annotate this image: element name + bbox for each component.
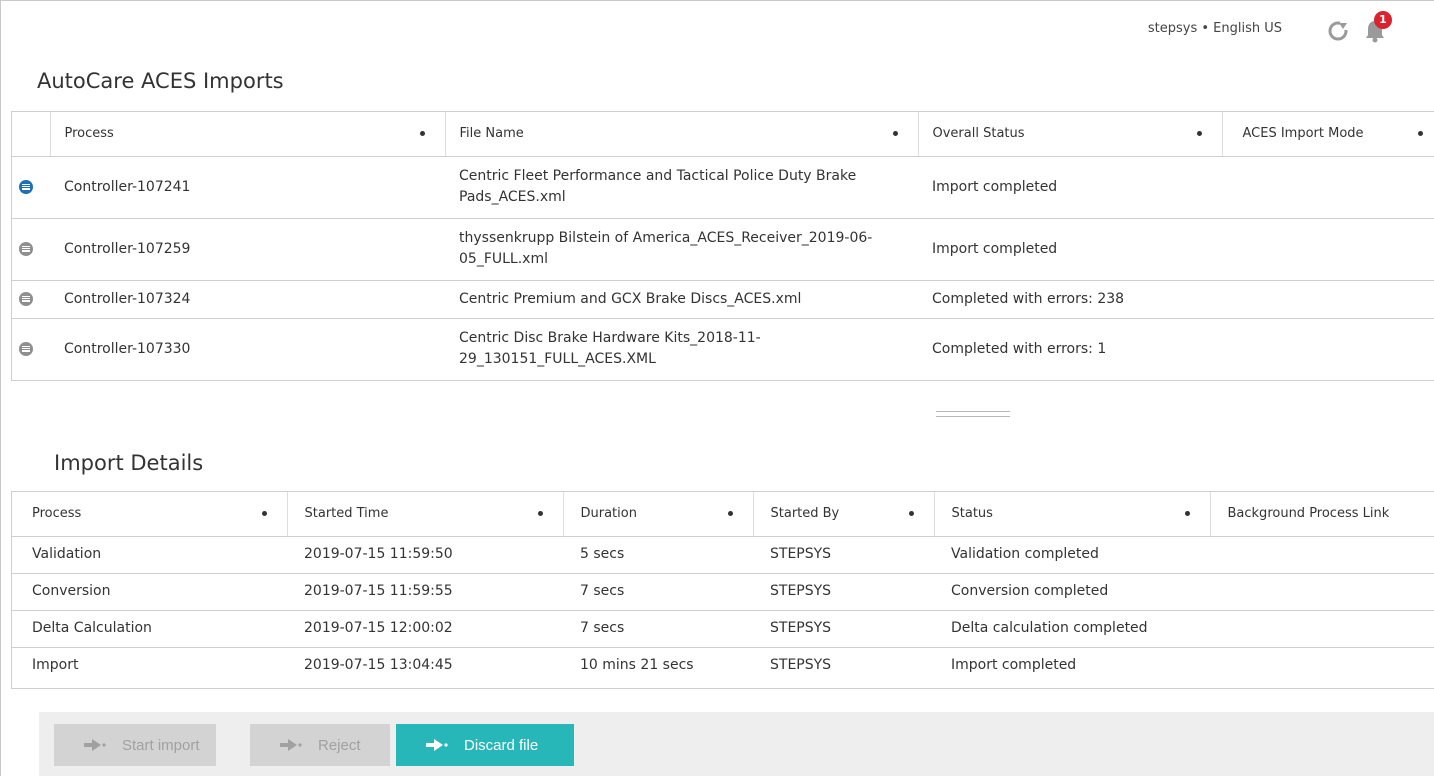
cell-started-time: 2019-07-15 11:59:50 bbox=[287, 536, 563, 574]
row-selector[interactable] bbox=[12, 218, 50, 281]
cell-status: Completed with errors: 1 bbox=[932, 340, 1107, 357]
column-header-process[interactable]: Process bbox=[50, 112, 446, 157]
cell-file-name: thyssenkrupp Bilstein of America_ACES_Re… bbox=[445, 218, 918, 281]
cell-process-link[interactable] bbox=[1210, 610, 1434, 648]
start-import-button[interactable]: Start import bbox=[54, 724, 216, 766]
cell-started-time: 2019-07-15 12:00:02 bbox=[287, 610, 563, 648]
column-menu-dot-icon[interactable] bbox=[1418, 131, 1423, 136]
cell-duration: 7 secs bbox=[563, 573, 753, 611]
cell-started-time: 2019-07-15 13:04:45 bbox=[304, 657, 453, 674]
table-row[interactable]: Controller-107324 Centric Premium and GC… bbox=[12, 280, 1434, 319]
refresh-icon[interactable] bbox=[1326, 19, 1350, 43]
cell-status: Import completed bbox=[918, 218, 1222, 281]
column-header-file-name[interactable]: File Name bbox=[445, 112, 919, 157]
cell-process-link[interactable] bbox=[1210, 647, 1434, 684]
details-title: Import Details bbox=[54, 451, 204, 475]
row-selector[interactable] bbox=[12, 156, 50, 219]
cell-process: Controller-107241 bbox=[50, 156, 445, 219]
cell-status: Conversion completed bbox=[934, 573, 1210, 611]
top-bar: stepsys • English US 1 bbox=[834, 1, 1434, 65]
cell-file-name: Centric Disc Brake Hardware Kits_2018-11… bbox=[459, 330, 761, 368]
row-selector[interactable] bbox=[12, 280, 50, 319]
action-footer: Start import Reject Discard file bbox=[39, 712, 1434, 776]
cell-status: Completed with errors: 238 bbox=[918, 280, 1222, 319]
details-grid: Process Started Time Duration Started By… bbox=[11, 491, 1434, 689]
cell-file-name: Centric Fleet Performance and Tactical P… bbox=[445, 156, 918, 219]
column-menu-dot-icon[interactable] bbox=[537, 511, 543, 516]
table-row[interactable]: Conversion 2019-07-15 11:59:55 7 secs ST… bbox=[12, 573, 1434, 611]
selector-header bbox=[12, 112, 51, 157]
column-menu-dot-icon[interactable] bbox=[727, 511, 733, 516]
cell-duration: 10 mins 21 secs bbox=[580, 657, 694, 674]
cell-mode bbox=[1222, 156, 1434, 219]
cell-started-by: STEPSYS bbox=[753, 573, 934, 611]
cell-process-link[interactable] bbox=[1210, 573, 1434, 611]
cell-process: Import bbox=[32, 657, 79, 674]
column-header-aces-import-mode[interactable]: ACES Import Mode bbox=[1222, 112, 1434, 157]
cell-process: Controller-107324 bbox=[50, 280, 445, 319]
table-row[interactable]: Delta Calculation 2019-07-15 12:00:02 7 … bbox=[12, 610, 1434, 648]
column-header-process[interactable]: Process bbox=[12, 492, 288, 537]
table-row[interactable]: Controller-107241 Centric Fleet Performa… bbox=[12, 156, 1434, 219]
column-header-started-by[interactable]: Started By bbox=[753, 492, 935, 537]
column-header-started-time[interactable]: Started Time bbox=[287, 492, 564, 537]
table-row[interactable]: Import 2019-07-15 13:04:45 10 mins 21 se… bbox=[12, 647, 1434, 684]
reject-button[interactable]: Reject bbox=[250, 724, 390, 766]
imports-grid: Process File Name Overall Status ACES Im… bbox=[11, 111, 1434, 381]
table-row[interactable]: Validation 2019-07-15 11:59:50 5 secs ST… bbox=[12, 536, 1434, 574]
column-header-duration[interactable]: Duration bbox=[563, 492, 754, 537]
column-header-background-process-link[interactable]: Background Process Link bbox=[1210, 492, 1434, 537]
column-menu-dot-icon[interactable] bbox=[908, 511, 914, 516]
row-menu-icon[interactable] bbox=[19, 179, 33, 194]
cell-duration: 5 secs bbox=[563, 536, 753, 574]
cell-status: Validation completed bbox=[934, 536, 1210, 574]
cell-process: Conversion bbox=[12, 573, 287, 611]
cell-process: Controller-107259 bbox=[50, 218, 445, 281]
column-menu-dot-icon[interactable] bbox=[1184, 511, 1190, 516]
imports-title: AutoCare ACES Imports bbox=[37, 69, 284, 93]
column-header-status[interactable]: Status bbox=[934, 492, 1211, 537]
row-menu-icon[interactable] bbox=[19, 241, 33, 256]
user-language-link[interactable]: stepsys • English US bbox=[1148, 21, 1282, 36]
column-menu-dot-icon[interactable] bbox=[1196, 131, 1202, 136]
cell-started-by: STEPSYS bbox=[770, 657, 832, 674]
arrow-right-icon bbox=[280, 739, 302, 751]
cell-file-name: Centric Premium and GCX Brake Discs_ACES… bbox=[445, 280, 918, 319]
cell-status: Import completed bbox=[918, 156, 1222, 219]
arrow-right-icon bbox=[84, 739, 106, 751]
table-row[interactable]: Controller-107259 thyssenkrupp Bilstein … bbox=[12, 218, 1434, 281]
cell-status: Import completed bbox=[951, 657, 1077, 674]
cell-process-link[interactable] bbox=[1210, 536, 1434, 574]
notification-badge: 1 bbox=[1374, 11, 1392, 29]
table-row[interactable]: Controller-107330 Centric Disc Brake Har… bbox=[12, 318, 1434, 380]
cell-started-by: STEPSYS bbox=[753, 610, 934, 648]
column-menu-dot-icon[interactable] bbox=[419, 131, 425, 136]
row-selector[interactable] bbox=[12, 318, 50, 380]
app-frame: stepsys • English US 1 AutoCare ACES Imp… bbox=[0, 0, 1434, 776]
cell-duration: 7 secs bbox=[563, 610, 753, 648]
cell-mode bbox=[1222, 218, 1434, 281]
cell-status: Delta calculation completed bbox=[934, 610, 1210, 648]
discard-file-button[interactable]: Discard file bbox=[396, 724, 574, 766]
column-header-overall-status[interactable]: Overall Status bbox=[918, 112, 1223, 157]
cell-mode bbox=[1222, 280, 1434, 319]
row-menu-icon[interactable] bbox=[19, 341, 33, 356]
cell-process: Delta Calculation bbox=[12, 610, 287, 648]
column-menu-dot-icon[interactable] bbox=[261, 511, 267, 516]
cell-process: Controller-107330 bbox=[64, 340, 191, 357]
cell-started-by: STEPSYS bbox=[753, 536, 934, 574]
arrow-right-icon bbox=[426, 739, 448, 751]
row-menu-icon[interactable] bbox=[19, 291, 33, 306]
cell-process: Validation bbox=[12, 536, 287, 574]
pane-splitter-handle[interactable] bbox=[936, 411, 1010, 417]
column-menu-dot-icon[interactable] bbox=[892, 131, 898, 136]
cell-started-time: 2019-07-15 11:59:55 bbox=[287, 573, 563, 611]
cell-mode bbox=[1222, 318, 1434, 380]
